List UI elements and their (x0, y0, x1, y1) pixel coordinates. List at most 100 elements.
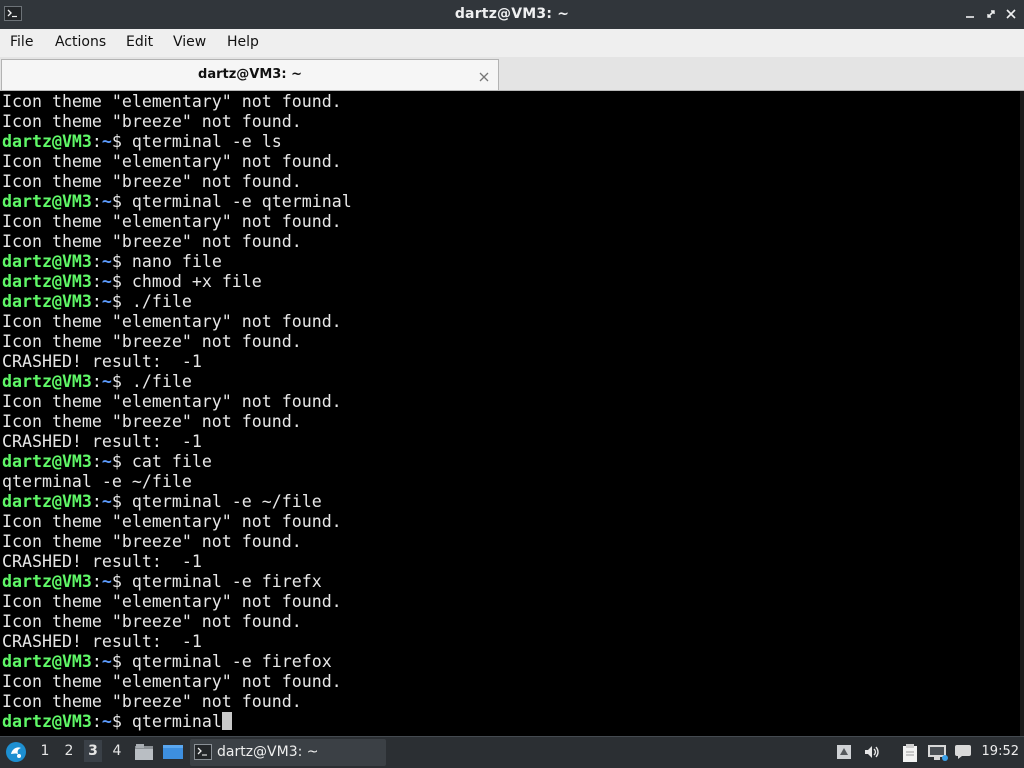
output-text: Icon theme "breeze" not found. (2, 532, 302, 551)
terminal-prompt-line: dartz@VM3:~$ cat file (2, 452, 352, 472)
terminal-prompt-line: dartz@VM3:~$ qterminal -e firefox (2, 652, 352, 672)
prompt-symbol: $ (111, 572, 132, 591)
terminal-prompt-line: dartz@VM3:~$ qterminal (2, 712, 352, 732)
terminal-output[interactable]: Icon theme "elementary" not found. Icon t… (0, 91, 1024, 736)
output-text: Icon theme "elementary" not found. (2, 312, 342, 331)
terminal-output-line: Icon theme "elementary" not found. (2, 212, 352, 232)
output-text: Icon theme "elementary" not found. (2, 672, 342, 691)
volume-icon[interactable] (863, 744, 881, 764)
menu-actions[interactable]: Actions (55, 34, 106, 50)
prompt-user: dartz@VM3 (2, 272, 92, 291)
prompt-symbol: $ (111, 292, 132, 311)
terminal-output-line: Icon theme "breeze" not found. (2, 412, 352, 432)
command-text: ./file (131, 292, 192, 311)
prompt-user: dartz@VM3 (2, 132, 92, 151)
terminal-scrollbar[interactable] (1020, 91, 1024, 736)
command-text: qterminal -e ~/file (131, 492, 322, 511)
terminal-cursor (221, 712, 232, 730)
desktop-1[interactable]: 1 (36, 743, 54, 759)
desktop-4[interactable]: 4 (108, 743, 126, 759)
output-text: Icon theme "elementary" not found. (2, 152, 342, 171)
prompt-path: ~ (101, 252, 112, 271)
terminal-prompt-line: dartz@VM3:~$ qterminal -e firefx (2, 572, 352, 592)
terminal-output-line: Icon theme "breeze" not found. (2, 692, 352, 712)
output-text: Icon theme "breeze" not found. (2, 172, 302, 191)
prompt-user: dartz@VM3 (2, 492, 92, 511)
prompt-path: ~ (101, 492, 112, 511)
network-icon[interactable] (927, 744, 949, 766)
output-text: CRASHED! result: -1 (2, 632, 202, 651)
desktop-3[interactable]: 3 (84, 740, 102, 762)
output-text: CRASHED! result: -1 (2, 352, 202, 371)
prompt-user: dartz@VM3 (2, 452, 92, 471)
prompt-user: dartz@VM3 (2, 712, 92, 731)
close-icon (1006, 9, 1016, 19)
terminal-prompt-line: dartz@VM3:~$ qterminal -e qterminal (2, 192, 352, 212)
prompt-user: dartz@VM3 (2, 192, 92, 211)
command-text: qterminal -e qterminal (131, 192, 352, 211)
terminal-output-line: Icon theme "breeze" not found. (2, 112, 352, 132)
minimize-button[interactable] (962, 6, 978, 22)
prompt-user: dartz@VM3 (2, 292, 92, 311)
prompt-user: dartz@VM3 (2, 372, 92, 391)
prompt-path: ~ (101, 272, 112, 291)
show-desktop-icon[interactable] (162, 743, 184, 765)
menu-file[interactable]: File (10, 34, 33, 50)
task-button-terminal[interactable]: dartz@VM3: ~ (190, 739, 386, 766)
tab-close-icon[interactable] (478, 68, 490, 82)
menu-edit[interactable]: Edit (126, 34, 153, 50)
terminal-output-line: Icon theme "breeze" not found. (2, 172, 352, 192)
menu-view[interactable]: View (173, 34, 206, 50)
terminal-lines: Icon theme "elementary" not found. Icon t… (2, 92, 352, 732)
menu-help[interactable]: Help (227, 34, 259, 50)
terminal-output-line: Icon theme "breeze" not found. (2, 332, 352, 352)
prompt-symbol: $ (111, 492, 132, 511)
prompt-path: ~ (101, 132, 112, 151)
prompt-path: ~ (101, 372, 112, 391)
command-text: chmod +x file (131, 272, 262, 291)
prompt-symbol: $ (111, 652, 132, 671)
restore-icon (987, 10, 995, 18)
output-text: Icon theme "elementary" not found. (2, 92, 342, 111)
prompt-user: dartz@VM3 (2, 572, 92, 591)
prompt-user: dartz@VM3 (2, 652, 92, 671)
prompt-path: ~ (101, 452, 112, 471)
prompt-path: ~ (101, 572, 112, 591)
clipboard-icon[interactable] (901, 743, 919, 767)
chat-icon[interactable] (954, 744, 972, 764)
start-menu-icon[interactable] (5, 741, 27, 763)
file-manager-icon[interactable] (134, 742, 154, 766)
terminal-output-line: qterminal -e ~/file (2, 472, 352, 492)
prompt-symbol: $ (111, 452, 132, 471)
prompt-path: ~ (101, 192, 112, 211)
prompt-symbol: $ (111, 252, 132, 271)
title-bar: dartz@VM3: ~ (0, 0, 1024, 29)
output-text: Icon theme "elementary" not found. (2, 392, 342, 411)
desktop-2[interactable]: 2 (60, 743, 78, 759)
terminal-output-line: Icon theme "elementary" not found. (2, 152, 352, 172)
command-text: qterminal -e ls (131, 132, 282, 151)
prompt-symbol: $ (111, 132, 132, 151)
output-text: Icon theme "elementary" not found. (2, 512, 342, 531)
output-text: Icon theme "breeze" not found. (2, 332, 302, 351)
output-text: CRASHED! result: -1 (2, 552, 202, 571)
terminal-tab[interactable]: dartz@VM3: ~ (1, 59, 499, 90)
prompt-separator: : (91, 132, 102, 151)
tab-bar: dartz@VM3: ~ (0, 57, 1024, 91)
prompt-user: dartz@VM3 (2, 252, 92, 271)
command-text: ./file (131, 372, 192, 391)
output-text: CRASHED! result: -1 (2, 432, 202, 451)
restore-button[interactable] (983, 6, 999, 22)
speaker-icon[interactable] (836, 744, 852, 764)
terminal-output-line: Icon theme "breeze" not found. (2, 612, 352, 632)
command-text: nano file (131, 252, 222, 271)
close-button[interactable] (1003, 6, 1019, 22)
terminal-output-line: CRASHED! result: -1 (2, 352, 352, 372)
terminal-prompt-line: dartz@VM3:~$ qterminal -e ls (2, 132, 352, 152)
terminal-output-line: Icon theme "elementary" not found. (2, 672, 352, 692)
prompt-symbol: $ (111, 372, 132, 391)
prompt-separator: : (91, 272, 102, 291)
terminal-output-line: CRASHED! result: -1 (2, 632, 352, 652)
terminal-prompt-line: dartz@VM3:~$ ./file (2, 372, 352, 392)
prompt-separator: : (91, 572, 102, 591)
